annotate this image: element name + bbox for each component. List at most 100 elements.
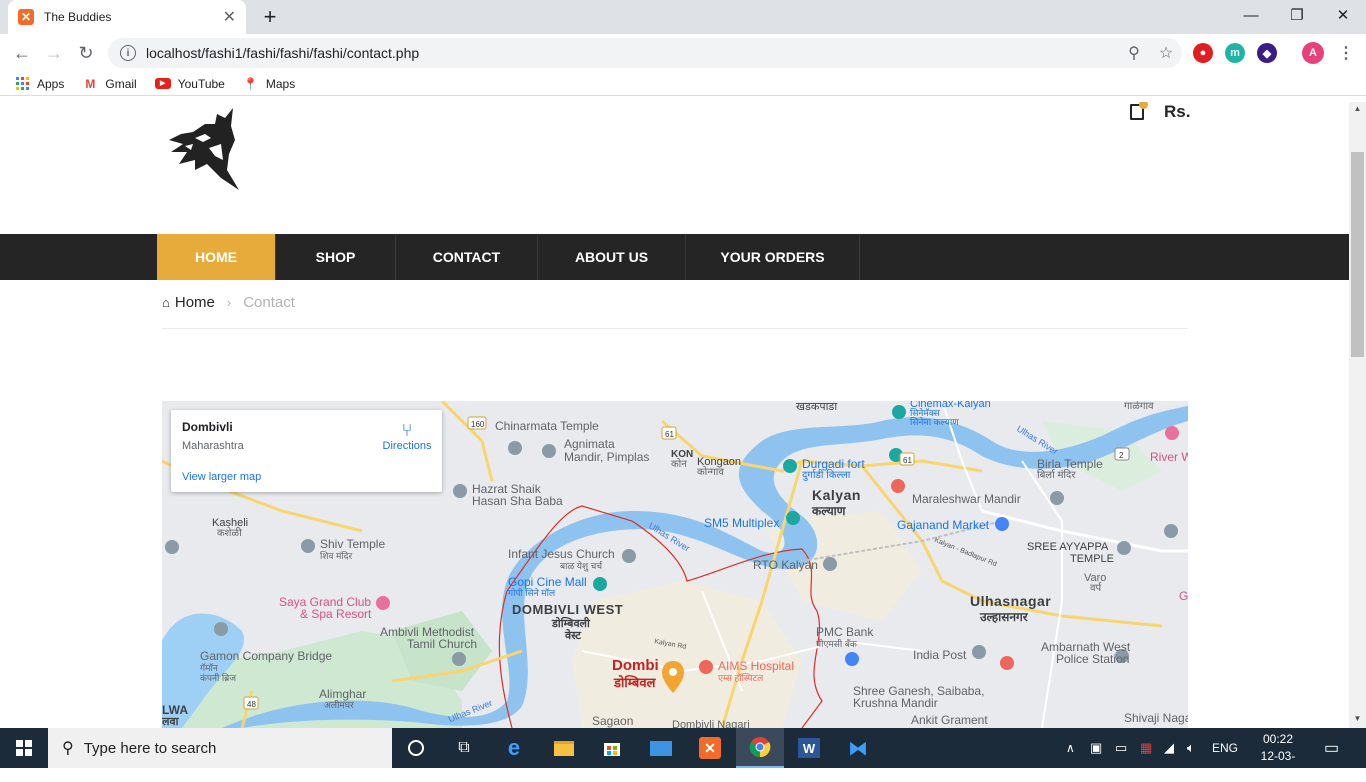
window-close-icon[interactable]: ✕	[1320, 0, 1366, 30]
address-bar[interactable]: i localhost/fashi1/fashi/fashi/fashi/con…	[108, 38, 1182, 68]
nav-shop[interactable]: SHOP	[276, 234, 396, 280]
taskbar-search[interactable]: ⚲ Type here to search	[48, 728, 392, 768]
bookmark-label: Gmail	[105, 76, 137, 91]
reload-icon[interactable]: ↻	[72, 40, 100, 66]
map-label: Ulhasnagar	[970, 593, 1052, 609]
word-icon[interactable]: W	[785, 728, 833, 768]
shopping-bag-icon[interactable]	[1130, 102, 1148, 120]
file-explorer-icon[interactable]	[540, 728, 588, 768]
map-label: कल्याण	[812, 504, 846, 518]
mail-icon[interactable]	[637, 728, 685, 768]
road-shield-61: 61	[665, 430, 674, 439]
bookmark-youtube[interactable]: ▶ YouTube	[154, 76, 225, 92]
xampp-icon: ✕	[18, 9, 34, 25]
battery-icon[interactable]: ▭	[1115, 728, 1127, 768]
map-label: G	[1179, 589, 1188, 603]
wolf-logo-icon	[169, 108, 239, 190]
page-scrollbar[interactable]: ▲ ▼	[1349, 102, 1366, 728]
task-view-icon[interactable]: ⧉	[440, 728, 488, 768]
nav-your-orders[interactable]: YOUR ORDERS	[686, 234, 860, 280]
cortana-icon[interactable]	[392, 728, 440, 768]
map-label: Dombi	[612, 657, 659, 674]
google-map[interactable]: 160 61 61 48 2 खडकपाडा Cinemax-Kalyan सि…	[162, 401, 1188, 728]
search-placeholder: Type here to search	[83, 739, 217, 757]
map-place-name: Dombivli	[182, 420, 233, 434]
map-label: दुर्गाडी किल्ला	[802, 470, 851, 481]
scroll-down-icon[interactable]: ▼	[1349, 714, 1366, 723]
scroll-thumb[interactable]	[1351, 152, 1364, 357]
vscode-icon[interactable]: ⧓	[834, 728, 882, 768]
chevron-right-icon: ›	[226, 295, 232, 310]
volume-icon[interactable]: 🔈︎	[1187, 728, 1195, 768]
bookmark-gmail[interactable]: M Gmail	[82, 76, 136, 92]
road-shield-48: 48	[247, 700, 256, 709]
map-label: कंपनी ब्रिज	[200, 673, 236, 683]
bookmark-maps[interactable]: 📍 Maps	[243, 76, 295, 92]
nav-contact[interactable]: CONTACT	[396, 234, 538, 280]
forward-arrow-icon[interactable]: →	[40, 40, 68, 66]
store-icon[interactable]	[588, 728, 636, 768]
tray-chevron-icon[interactable]: ∧	[1066, 728, 1075, 768]
map-label: डोम्बिवली	[552, 618, 590, 630]
bookmark-star-icon[interactable]: ☆	[1150, 43, 1182, 63]
cart[interactable]: Rs.	[1130, 102, 1190, 122]
notifications-icon[interactable]: ▭	[1324, 728, 1339, 768]
browser-tab[interactable]: ✕ The Buddies ✕	[8, 0, 246, 34]
start-button[interactable]	[0, 728, 48, 768]
chrome-icon[interactable]	[736, 728, 784, 768]
zoom-icon[interactable]: ⚲	[1118, 43, 1150, 63]
map-label: Mandir, Pimplas	[564, 450, 650, 464]
map-label: गोपी सिने मॉल	[508, 588, 556, 598]
menu-kebab-icon[interactable]: ⋮	[1336, 43, 1356, 63]
tray-app-icon[interactable]: ▣	[1090, 728, 1102, 768]
clock[interactable]: 00:22 12-03-2020	[1248, 731, 1308, 782]
map-label: शिव मंदिर	[320, 551, 353, 561]
map-label: Gajanand Market	[897, 518, 990, 532]
nav-about-us[interactable]: ABOUT US	[538, 234, 686, 280]
edge-icon[interactable]: e	[490, 728, 538, 768]
adblock-extension-icon[interactable]: ●	[1193, 43, 1213, 63]
url-text[interactable]: localhost/fashi1/fashi/fashi/fashi/conta…	[146, 45, 1118, 61]
site-info-icon[interactable]: i	[120, 45, 136, 61]
wifi-icon[interactable]: ◢	[1164, 728, 1174, 768]
map-label: AIMS Hospital	[718, 659, 795, 673]
directions-button[interactable]: ⑂ Directions	[377, 420, 437, 452]
map-label: Krushna Mandir	[853, 696, 938, 710]
scroll-up-icon[interactable]: ▲	[1349, 104, 1366, 113]
map-label: अलीमघर	[324, 700, 354, 710]
view-larger-map-link[interactable]: View larger map	[182, 471, 261, 483]
language-indicator[interactable]: ENG	[1212, 728, 1238, 768]
restore-icon[interactable]: ❐	[1274, 0, 1320, 30]
map-label: RTO Kalyan	[753, 558, 818, 572]
close-tab-icon[interactable]: ✕	[223, 7, 236, 27]
map-label: गाळेगाव	[1124, 401, 1154, 412]
map-label: SM5 Multiplex	[704, 516, 780, 530]
nav-home[interactable]: HOME	[157, 234, 276, 280]
map-label: River W	[1150, 450, 1188, 464]
minimize-icon[interactable]: —	[1228, 0, 1274, 30]
tray-flag-icon[interactable]: ▦	[1140, 728, 1152, 768]
new-tab-icon[interactable]: +	[258, 4, 282, 30]
gmail-icon: M	[85, 76, 96, 91]
bookmark-apps[interactable]: Apps	[14, 76, 64, 92]
map-label: Police Station	[1056, 652, 1130, 666]
map-label: & Spa Resort	[300, 607, 372, 621]
breadcrumb-home[interactable]: Home	[175, 294, 215, 311]
road-shield-2: 2	[1119, 451, 1124, 460]
clock-date: 12-03-2020	[1260, 749, 1296, 780]
diamond-extension-icon[interactable]: ◆	[1257, 43, 1277, 63]
map-label: Hasan Sha Baba	[472, 494, 563, 508]
map-label: PMC Bank	[816, 625, 874, 639]
back-arrow-icon[interactable]: ←	[8, 40, 36, 66]
map-label: Ankit Grament	[911, 713, 988, 727]
road-shield-160: 160	[471, 420, 485, 429]
browser-tabstrip: ✕ The Buddies ✕ + — ❐ ✕	[0, 0, 1366, 34]
m-extension-icon[interactable]: m	[1225, 43, 1245, 63]
youtube-icon: ▶	[154, 76, 171, 92]
breadcrumb: ⌂ Home › Contact	[162, 294, 295, 311]
xampp-taskbar-icon[interactable]: ✕	[686, 728, 734, 768]
profile-avatar[interactable]: A	[1302, 42, 1324, 64]
map-label: वर्प	[1090, 583, 1102, 594]
map-place-region: Maharashtra	[182, 440, 244, 452]
site-logo[interactable]	[165, 104, 245, 192]
